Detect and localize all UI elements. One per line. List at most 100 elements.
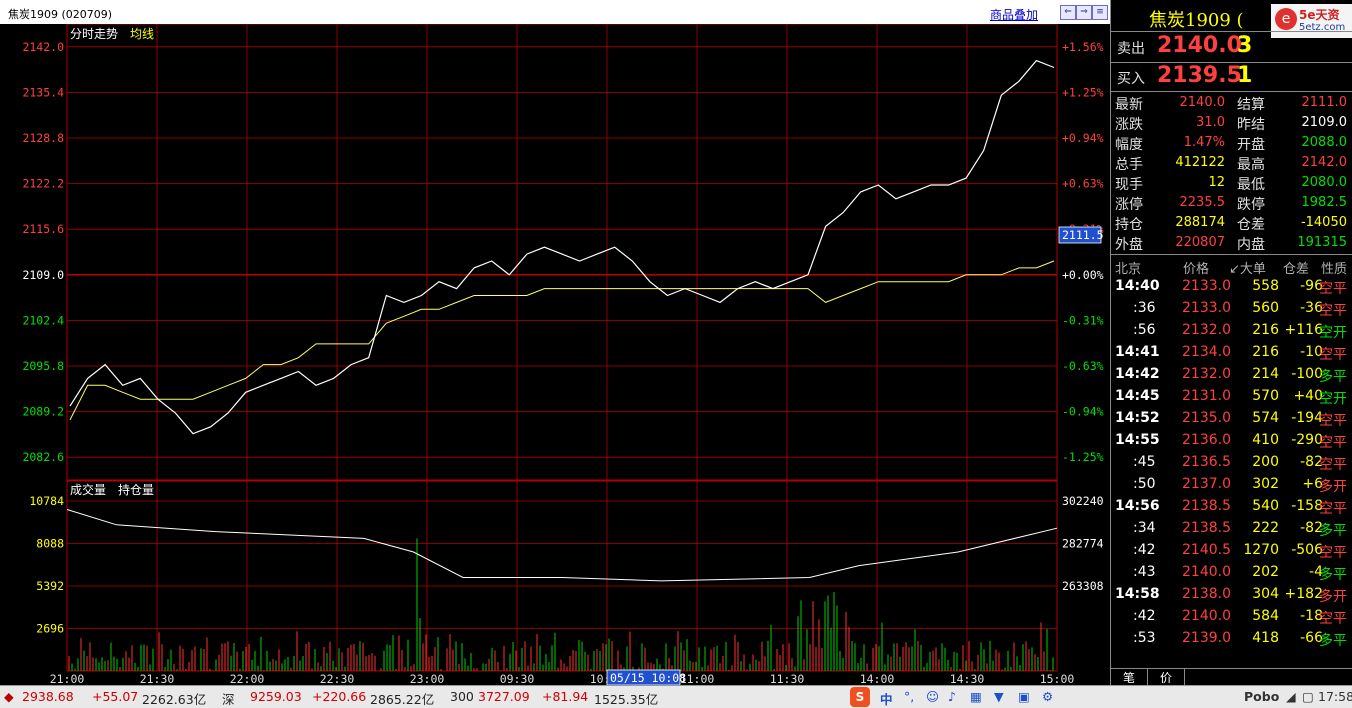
- price-tick-label: 2095.8: [22, 359, 64, 373]
- tick-price: 2140.0: [1182, 608, 1231, 624]
- pct-tick-label: -0.31%: [1062, 313, 1104, 327]
- tick-price: 2133.0: [1182, 278, 1231, 294]
- quote-value-1: 288174: [1175, 215, 1225, 230]
- intraday-chart[interactable]: 2142.0 +1.56% 2135.4 +1.25% 2128.8 +0.94% 2122…: [0, 24, 1110, 685]
- emoji-icon[interactable]: ☺: [926, 689, 939, 704]
- tick-volume: 202: [1252, 564, 1279, 580]
- tab-price[interactable]: 价: [1148, 669, 1185, 686]
- quote-label-2: 跌停: [1237, 197, 1265, 213]
- tick-oi-change: +116: [1284, 322, 1323, 338]
- volume-tick-label: 10784: [29, 494, 64, 508]
- mic-icon[interactable]: ♪: [948, 689, 956, 704]
- index3-value: 3727.09: [478, 689, 530, 704]
- punctuation-icon[interactable]: °,: [904, 689, 914, 704]
- clock: 17:58: [1318, 689, 1352, 704]
- quote-row: 总手 412122 最高 2142.0: [1111, 153, 1352, 173]
- tick-nature: 空平: [1319, 611, 1347, 627]
- quote-value-1: 2140.0: [1179, 95, 1226, 110]
- status-bar: ◆ 2938.68 +55.07 2262.63亿 深 9259.03 +220…: [0, 685, 1352, 708]
- index3-amount: 1525.35亿: [594, 692, 659, 707]
- quote-value-1: 2235.5: [1179, 195, 1226, 210]
- tab-trades[interactable]: 笔: [1111, 669, 1148, 686]
- quote-row: 涨停 2235.5 跌停 1982.5: [1111, 193, 1352, 213]
- price-tick-label: 2128.8: [22, 131, 64, 145]
- tick-header-cell[interactable]: 北京: [1115, 258, 1141, 277]
- tick-volume: 574: [1252, 410, 1279, 426]
- price-tick-label: 2089.2: [22, 405, 64, 419]
- tick-volume: 214: [1252, 366, 1279, 382]
- tick-nature: 多平: [1319, 523, 1347, 539]
- prev-icon[interactable]: ⇐: [1060, 5, 1076, 20]
- tick-oi-change: -36: [1300, 300, 1323, 316]
- time-tick-label: 22:30: [320, 672, 355, 685]
- tick-nature: 空平: [1319, 281, 1347, 297]
- tick-oi-change: +40: [1293, 388, 1323, 404]
- tick-nature: 空平: [1319, 545, 1347, 561]
- tick-oi-change: -96: [1300, 278, 1323, 294]
- tick-volume: 560: [1252, 300, 1279, 316]
- index1-change: +55.07: [92, 689, 139, 704]
- time-tick-label: 23:00: [410, 672, 445, 685]
- price-tick-label: 2115.6: [22, 222, 64, 236]
- quote-value-2: 1982.5: [1301, 195, 1348, 210]
- tick-volume: 216: [1252, 344, 1279, 360]
- volume-tick-label: 2696: [36, 622, 64, 636]
- menu-icon[interactable]: ≡: [1092, 5, 1108, 20]
- tick-time: :45: [1133, 454, 1156, 470]
- settings-icon[interactable]: ⚙: [1042, 689, 1053, 704]
- ime-mode[interactable]: 中: [880, 689, 893, 708]
- skin-icon[interactable]: ▼: [994, 689, 1004, 704]
- keyboard-icon[interactable]: ▦: [970, 689, 982, 704]
- buy-label: 买入: [1117, 71, 1145, 87]
- buy-qty: 1: [1237, 63, 1253, 88]
- quote-value-2: 191315: [1297, 235, 1347, 250]
- tick-time: 14:40: [1115, 278, 1160, 294]
- next-icon[interactable]: ⇒: [1076, 5, 1092, 20]
- oi-label: 持仓量: [118, 482, 154, 497]
- quote-value-1: 31.0: [1196, 115, 1225, 130]
- sogou-ime-icon[interactable]: S: [850, 687, 870, 707]
- tick-header-cell[interactable]: 仓差: [1283, 258, 1309, 277]
- tick-row: :43 2140.0 202 -4 多平: [1111, 562, 1352, 584]
- pct-tick-label: +1.25%: [1062, 85, 1104, 99]
- index2-name: 深: [222, 692, 235, 707]
- tick-oi-change: -10: [1300, 344, 1323, 360]
- tick-price: 2136.5: [1182, 454, 1231, 470]
- tick-time: :56: [1133, 322, 1156, 338]
- tick-price: 2140.5: [1182, 542, 1231, 558]
- index2-value: 9259.03: [250, 689, 302, 704]
- tick-oi-change: -66: [1300, 630, 1323, 646]
- tick-price: 2133.0: [1182, 300, 1231, 316]
- tick-price: 2135.0: [1182, 410, 1231, 426]
- tick-price: 2132.0: [1182, 366, 1231, 382]
- tick-time: :42: [1133, 542, 1156, 558]
- tick-header-cell[interactable]: ↙大单: [1229, 258, 1266, 277]
- tick-row: 14:52 2135.0 574 -194 空平: [1111, 408, 1352, 430]
- tick-row: :45 2136.5 200 -82 空平: [1111, 452, 1352, 474]
- tick-row: 14:45 2131.0 570 +40 空开: [1111, 386, 1352, 408]
- tick-oi-change: -506: [1291, 542, 1323, 558]
- tick-header-cell[interactable]: 价格: [1183, 258, 1209, 277]
- tick-volume: 570: [1252, 388, 1279, 404]
- tick-price: 2138.5: [1182, 520, 1231, 536]
- overlay-link[interactable]: 商品叠加: [990, 6, 1038, 23]
- quote-value-1: 12: [1208, 175, 1225, 190]
- tick-nature: 空平: [1319, 413, 1347, 429]
- tick-tabs: 笔 价: [1111, 668, 1352, 686]
- tick-nature: 空平: [1319, 457, 1347, 473]
- tick-header-cell[interactable]: 性质: [1321, 258, 1347, 277]
- time-tick-label: 21:00: [50, 672, 85, 685]
- tick-oi-change: -290: [1291, 432, 1323, 448]
- brand-label: Pobo: [1244, 689, 1280, 704]
- quote-value-1: 220807: [1175, 235, 1225, 250]
- volume-tick-label: 5392: [36, 579, 64, 593]
- quote-label-2: 内盘: [1237, 237, 1265, 253]
- tick-nature: 空平: [1319, 303, 1347, 319]
- tick-nature: 空平: [1319, 347, 1347, 363]
- time-tick-label: 22:00: [230, 672, 265, 685]
- toolbox-icon[interactable]: ▣: [1018, 689, 1030, 704]
- tick-time: 14:42: [1115, 366, 1160, 382]
- quote-value-2: 2142.0: [1301, 155, 1348, 170]
- tick-price: 2138.5: [1182, 498, 1231, 514]
- pct-tick-label: -0.94%: [1062, 405, 1104, 419]
